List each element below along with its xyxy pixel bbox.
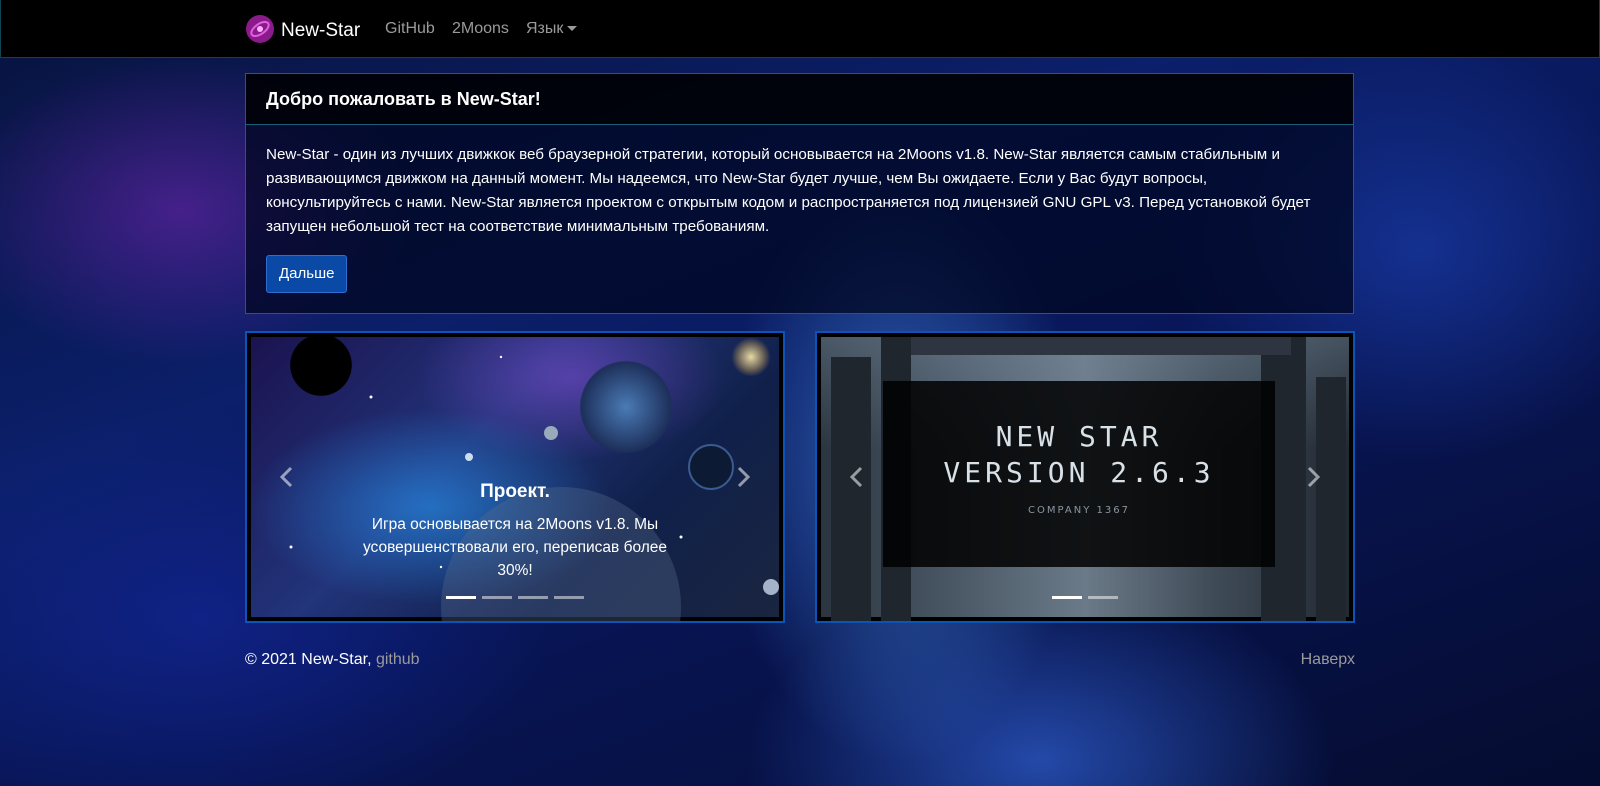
carousel-slide-image: NEW STAR VERSION 2.6.3 COMPANY 1367 xyxy=(821,337,1349,621)
language-label: Язык xyxy=(526,20,564,37)
carousel-caption: Проект. Игра основывается на 2Moons v1.8… xyxy=(251,481,779,582)
version-carousel: NEW STAR VERSION 2.6.3 COMPANY 1367 xyxy=(815,331,1355,623)
brand-name: New-Star xyxy=(281,20,361,41)
chevron-right-icon xyxy=(1307,466,1321,488)
chevron-left-icon xyxy=(849,466,863,488)
welcome-card-header: Добро пожаловать в New-Star! xyxy=(246,74,1353,125)
version-number: VERSION 2.6.3 xyxy=(943,456,1215,489)
carousel-prev-button[interactable] xyxy=(273,463,301,491)
carousel-prev-button[interactable] xyxy=(843,463,871,491)
carousel-slide-image: Проект. Игра основывается на 2Moons v1.8… xyxy=(251,337,779,621)
chevron-right-icon xyxy=(737,466,751,488)
carousel-indicator[interactable] xyxy=(518,596,548,599)
carousel-indicators xyxy=(821,596,1349,599)
caret-down-icon xyxy=(567,26,578,32)
carousel-indicator[interactable] xyxy=(554,596,584,599)
welcome-title: Добро пожаловать в New-Star! xyxy=(266,88,541,109)
language-dropdown[interactable]: Язык xyxy=(526,20,578,38)
carousel-indicator[interactable] xyxy=(482,596,512,599)
nav-link-github[interactable]: GitHub xyxy=(385,20,435,38)
copyright-text: © 2021 New-Star, xyxy=(245,651,372,668)
carousel-indicators xyxy=(251,596,779,599)
welcome-text: New-Star - один из лучших движкок веб бр… xyxy=(266,146,1311,235)
back-to-top-link[interactable]: Наверх xyxy=(1301,651,1355,669)
project-carousel: Проект. Игра основывается на 2Moons v1.8… xyxy=(245,331,785,623)
welcome-card: Добро пожаловать в New-Star! New-Star - … xyxy=(245,73,1354,314)
city-bridge xyxy=(911,337,1291,355)
footer-copyright: © 2021 New-Star, github xyxy=(245,651,420,669)
version-title: NEW STAR VERSION 2.6.3 xyxy=(883,419,1275,491)
carousel-indicator[interactable] xyxy=(446,596,476,599)
company-label: COMPANY 1367 xyxy=(1028,505,1130,516)
footer-github-link[interactable]: github xyxy=(376,651,420,668)
welcome-card-body: New-Star - один из лучших движкок веб бр… xyxy=(246,125,1353,311)
city-tower xyxy=(1316,377,1346,621)
carousel-next-button[interactable] xyxy=(1299,463,1327,491)
nav-link-2moons[interactable]: 2Moons xyxy=(452,20,509,38)
carousel-next-button[interactable] xyxy=(729,463,757,491)
galaxy-icon xyxy=(245,14,275,48)
chevron-left-icon xyxy=(279,466,293,488)
carousel-indicator[interactable] xyxy=(1088,596,1118,599)
next-button[interactable]: Дальше xyxy=(266,255,348,293)
carousel-indicator[interactable] xyxy=(1052,596,1082,599)
version-title-line: NEW STAR xyxy=(995,420,1163,453)
caption-text: Игра основывается на 2Moons v1.8. Мы усо… xyxy=(362,516,668,579)
caption-title: Проект. xyxy=(480,481,550,502)
brand-link[interactable]: New-Star xyxy=(245,14,360,48)
navbar: New-Star GitHub 2Moons Язык xyxy=(0,0,1600,58)
version-overlay: NEW STAR VERSION 2.6.3 COMPANY 1367 xyxy=(883,381,1275,567)
